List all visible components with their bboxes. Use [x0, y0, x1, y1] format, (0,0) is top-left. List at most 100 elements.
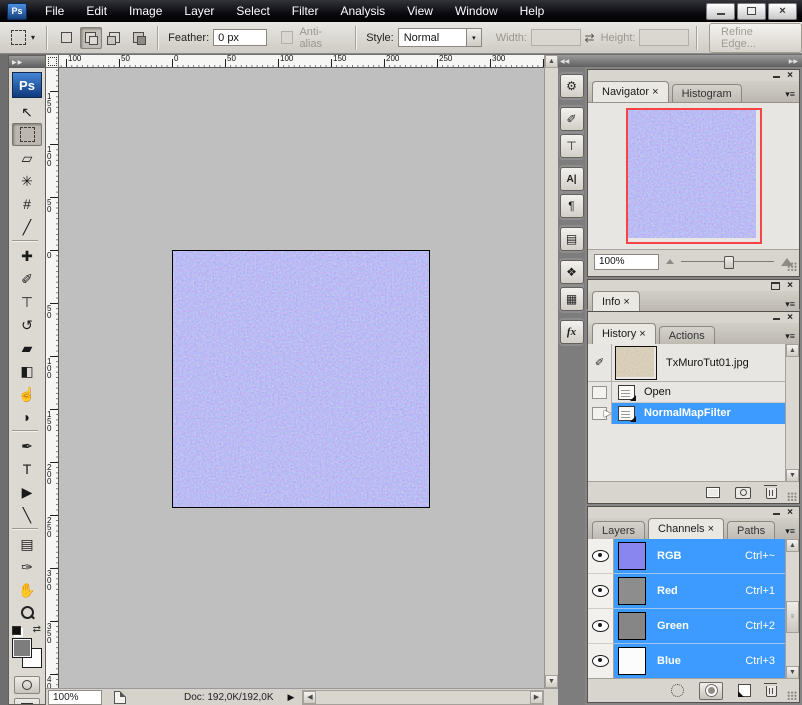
healing-brush-tool[interactable]: ✚ [12, 244, 42, 267]
foreground-color-swatch[interactable] [12, 638, 32, 658]
horizontal-scrollbar[interactable]: ◀ ▶ [302, 690, 544, 705]
status-menu-arrow-icon[interactable]: ▶ [288, 692, 295, 703]
default-colors-icon[interactable] [12, 626, 21, 635]
menu-select[interactable]: Select [225, 1, 280, 21]
minimize-button[interactable] [706, 3, 735, 20]
zoom-level-input[interactable]: 100% [48, 690, 102, 705]
close-panel-icon[interactable]: × [787, 72, 793, 80]
tab-history[interactable]: History × [592, 323, 656, 344]
navigator-proxy-preview[interactable] [626, 108, 762, 244]
height-input[interactable] [639, 29, 689, 46]
quick-mask-button[interactable] [14, 676, 40, 694]
screen-mode-button[interactable] [14, 698, 40, 705]
tool-presets-panel-button[interactable]: ⚙ [560, 74, 584, 98]
workgroup-icon[interactable] [114, 691, 126, 704]
paragraph-panel-button[interactable]: ¶ [560, 194, 584, 218]
eyedropper-tool[interactable]: ✑ [12, 555, 42, 578]
zoom-tool[interactable] [12, 601, 42, 624]
channels-scrollbar[interactable]: ▲ ≡ ▼ [785, 539, 799, 679]
panel-menu-icon[interactable]: ▾≡ [785, 90, 795, 99]
save-selection-as-channel-button[interactable] [699, 682, 723, 700]
panel-menu-icon[interactable]: ▾≡ [785, 332, 795, 341]
load-channel-as-selection-icon[interactable] [671, 684, 684, 697]
minimize-panel-icon[interactable] [773, 513, 780, 515]
feather-input[interactable]: 0 px [213, 29, 267, 46]
notes-tool[interactable]: ▤ [12, 532, 42, 555]
channel-row-green[interactable]: Green Ctrl+2 [588, 609, 785, 644]
history-state-row[interactable]: Open [588, 382, 785, 403]
gradient-tool[interactable]: ◧ [12, 359, 42, 382]
clone-source-panel-button[interactable]: ⊤ [560, 134, 584, 158]
zoom-slider[interactable] [681, 255, 774, 268]
scroll-up-button[interactable]: ▲ [786, 539, 799, 552]
delete-channel-icon[interactable] [766, 686, 777, 697]
close-button[interactable]: × [768, 3, 797, 20]
dodge-tool[interactable]: ◗ [12, 405, 42, 428]
resize-grip[interactable] [787, 262, 797, 271]
visibility-cell[interactable] [588, 539, 614, 574]
menu-image[interactable]: Image [118, 1, 173, 21]
new-channel-icon[interactable] [738, 684, 751, 697]
clone-stamp-tool[interactable]: ⊤ [12, 290, 42, 313]
close-panel-icon[interactable]: × [787, 282, 793, 290]
antialias-checkbox[interactable] [281, 31, 294, 44]
patterns-panel-button[interactable]: ▦ [560, 287, 584, 311]
visibility-cell[interactable] [588, 609, 614, 644]
navigator-zoom-input[interactable]: 100% [594, 254, 659, 270]
add-to-selection-button[interactable] [80, 27, 102, 49]
delete-state-icon[interactable] [766, 488, 777, 499]
history-snapshot-row[interactable]: ✐ TxMuroTut01.jpg [588, 344, 785, 382]
restore-button[interactable] [737, 3, 766, 20]
history-state-row-selected[interactable]: ▶ NormalMapFilter [588, 403, 785, 424]
history-scrollbar[interactable]: ▲ ▼ [785, 344, 799, 482]
swap-dimensions-icon[interactable]: ⇄ [585, 31, 595, 45]
magic-wand-tool[interactable]: ✳ [12, 169, 42, 192]
tab-layers[interactable]: Layers [592, 521, 645, 539]
menu-window[interactable]: Window [444, 1, 509, 21]
character-panel-button[interactable]: A| [560, 167, 584, 191]
move-tool[interactable]: ↖ [12, 100, 42, 123]
channel-row-red[interactable]: Red Ctrl+1 [588, 574, 785, 609]
menu-filter[interactable]: Filter [281, 1, 330, 21]
scrollbar-thumb[interactable]: ≡ [786, 601, 799, 633]
menu-view[interactable]: View [396, 1, 444, 21]
menu-layer[interactable]: Layer [173, 1, 225, 21]
swatches-panel-button[interactable]: ❖ [560, 260, 584, 284]
type-tool[interactable]: T [12, 457, 42, 480]
brushes-panel-button[interactable]: ✐ [560, 107, 584, 131]
tool-preset-picker[interactable]: ▾ [7, 28, 39, 47]
brush-tool[interactable]: ✐ [12, 267, 42, 290]
menu-analysis[interactable]: Analysis [329, 1, 396, 21]
line-tool[interactable]: ╲ [12, 503, 42, 526]
visibility-cell[interactable] [588, 574, 614, 609]
swap-colors-icon[interactable]: ⇄ [33, 624, 41, 635]
refine-edge-button[interactable]: Refine Edge... [709, 23, 802, 53]
smudge-tool[interactable]: ☝ [12, 382, 42, 405]
scroll-up-button[interactable]: ▲ [545, 55, 558, 68]
channel-row-blue[interactable]: Blue Ctrl+3 [588, 644, 785, 679]
tab-info[interactable]: Info × [592, 291, 640, 312]
close-panel-icon[interactable]: × [787, 509, 793, 517]
pen-tool[interactable]: ✒ [12, 434, 42, 457]
hand-tool[interactable]: ✋ [12, 578, 42, 601]
resize-grip[interactable] [787, 492, 797, 501]
panel-menu-icon[interactable]: ▾≡ [785, 527, 795, 536]
eraser-tool[interactable]: ▰ [12, 336, 42, 359]
scroll-up-button[interactable]: ▲ [786, 344, 799, 357]
style-dropdown[interactable]: Normal ▾ [398, 28, 482, 47]
document-canvas[interactable] [172, 250, 430, 508]
new-selection-button[interactable] [56, 27, 78, 49]
resize-grip[interactable] [787, 691, 797, 700]
crop-tool[interactable]: # [12, 192, 42, 215]
expand-panel-icon[interactable] [771, 282, 780, 290]
menu-help[interactable]: Help [509, 1, 556, 21]
lasso-tool[interactable]: ▱ [12, 146, 42, 169]
new-snapshot-icon[interactable] [735, 487, 751, 499]
visibility-cell[interactable] [588, 644, 614, 679]
styles-panel-button[interactable]: fx [560, 320, 584, 344]
scroll-right-button[interactable]: ▶ [530, 691, 543, 704]
scroll-left-button[interactable]: ◀ [303, 691, 316, 704]
menu-edit[interactable]: Edit [75, 1, 118, 21]
layer-comps-panel-button[interactable]: ▤ [560, 227, 584, 251]
dock-expand-header[interactable]: ▶▶ [585, 55, 802, 67]
